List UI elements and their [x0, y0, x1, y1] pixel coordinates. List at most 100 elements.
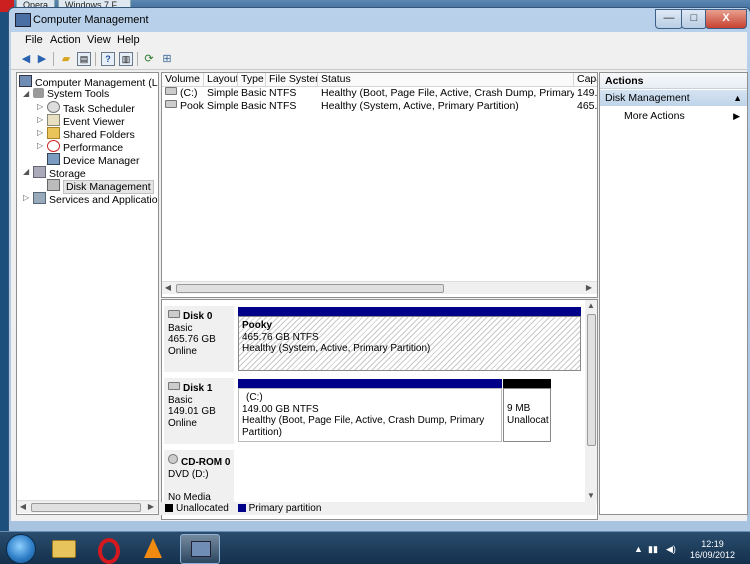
disk0-label[interactable]: Disk 0 Basic 465.76 GB Online	[164, 306, 234, 372]
vlc-icon	[144, 538, 162, 558]
disk0-type: Basic	[168, 322, 193, 334]
menu-action[interactable]: Action	[50, 34, 81, 46]
collapse-arrow-icon[interactable]: ◢	[23, 89, 29, 98]
tray-arrow-icon[interactable]: ▲	[634, 544, 643, 554]
partition-unallocated[interactable]: 9 MB Unallocat	[503, 388, 551, 442]
volume-row[interactable]: (C:) Simple Basic NTFS Healthy (Boot, Pa…	[162, 87, 597, 100]
computer-management-icon	[191, 541, 211, 557]
event-viewer-icon	[47, 114, 60, 126]
services-icon	[33, 192, 46, 204]
up-folder-icon[interactable]: ▰	[59, 52, 73, 66]
console-tree-icon[interactable]: ▥	[119, 52, 133, 66]
taskbar-opera[interactable]	[88, 534, 126, 564]
opera-icon	[98, 538, 120, 564]
performance-icon	[47, 140, 60, 152]
volume-icon[interactable]: ◀)	[666, 544, 676, 555]
tree-system-tools[interactable]: System Tools	[33, 88, 109, 101]
disk1-size: 149.01 GB	[168, 406, 216, 417]
scroll-thumb[interactable]	[31, 503, 141, 512]
expand-arrow-icon[interactable]: ▷	[23, 193, 29, 202]
collapse-section-icon[interactable]: ▲	[733, 90, 742, 106]
expand-arrow-icon[interactable]: ▷	[37, 141, 43, 150]
disk-management-icon	[47, 179, 60, 191]
scroll-up-icon[interactable]: ▲	[585, 300, 597, 312]
column-file-system[interactable]: File System	[266, 73, 318, 86]
disk-view-vertical-scrollbar[interactable]: ▲ ▼	[585, 300, 597, 503]
scroll-thumb[interactable]	[176, 284, 444, 293]
clock-time: 12:19	[701, 539, 724, 549]
disk-icon	[168, 382, 180, 390]
partition-name: Pooky	[242, 320, 273, 331]
show-hide-tree-icon[interactable]: ▤	[77, 52, 91, 66]
close-button[interactable]: X	[705, 9, 747, 29]
volume-layout: Simple	[207, 100, 238, 112]
disk1-name: Disk 1	[183, 383, 213, 394]
volume-name: (C:)	[180, 87, 198, 99]
refresh-icon[interactable]: ⟳	[142, 52, 156, 66]
scroll-right-icon[interactable]: ▶	[145, 501, 157, 513]
tools-icon	[33, 88, 44, 98]
legend-unallocated: Unallocated	[176, 503, 229, 514]
minimize-button[interactable]: —	[655, 9, 683, 29]
cdrom-label[interactable]: CD-ROM 0 DVD (D:) No Media	[164, 450, 234, 505]
clock-date: 16/09/2012	[690, 550, 736, 560]
disk1-label[interactable]: Disk 1 Basic 149.01 GB Online	[164, 378, 234, 444]
computer-management-window: Computer Management — □ X File Action Vi…	[8, 7, 750, 532]
actions-section-label: Disk Management	[605, 92, 690, 104]
collapse-arrow-icon[interactable]: ◢	[23, 167, 29, 176]
clock[interactable]: 12:19 16/09/2012	[690, 539, 735, 561]
scroll-down-icon[interactable]: ▼	[585, 490, 597, 502]
tree-storage[interactable]: Storage	[33, 166, 86, 180]
menu-view[interactable]: View	[87, 34, 111, 46]
maximize-button[interactable]: □	[681, 9, 707, 29]
column-volume[interactable]: Volume	[162, 73, 204, 86]
partition-c[interactable]: (C:) 149.00 GB NTFS Healthy (Boot, Page …	[238, 388, 502, 442]
help-icon[interactable]: ?	[101, 52, 115, 66]
tree-services-applications[interactable]: Services and Applications	[33, 192, 158, 206]
scroll-left-icon[interactable]: ◀	[17, 501, 29, 513]
menu-file[interactable]: File	[25, 34, 43, 46]
volume-fs: NTFS	[269, 87, 297, 99]
column-type[interactable]: Type	[238, 73, 266, 86]
title-bar[interactable]: Computer Management — □ X	[9, 8, 750, 32]
toolbar-separator	[137, 52, 138, 66]
volume-name: Pooky	[180, 100, 204, 112]
disk1-state: Online	[168, 417, 197, 429]
column-status[interactable]: Status	[318, 73, 574, 86]
export-list-icon[interactable]: ⊞	[160, 52, 174, 66]
start-button[interactable]	[6, 534, 36, 564]
column-capacity[interactable]: Capa	[574, 73, 597, 86]
tree-performance[interactable]: Performance	[47, 140, 123, 154]
actions-header: Actions	[600, 73, 747, 89]
partition-pooky[interactable]: Pooky 465.76 GB NTFS Healthy (System, Ac…	[238, 316, 581, 371]
tree-event-viewer[interactable]: Event Viewer	[47, 114, 125, 128]
volume-row[interactable]: Pooky Simple Basic NTFS Healthy (System,…	[162, 100, 597, 113]
scroll-right-icon[interactable]: ▶	[583, 282, 595, 294]
tree-task-scheduler[interactable]: Task Scheduler	[47, 101, 135, 115]
expand-arrow-icon[interactable]: ▷	[37, 128, 43, 137]
forward-arrow-icon[interactable]: ▶	[35, 52, 49, 66]
volume-horizontal-scrollbar[interactable]: ◀ ▶	[162, 281, 597, 294]
scroll-thumb[interactable]	[587, 314, 596, 446]
scroll-left-icon[interactable]: ◀	[162, 282, 174, 294]
cdrom-icon	[168, 454, 178, 464]
column-layout[interactable]: Layout	[204, 73, 238, 86]
menu-help[interactable]: Help	[117, 34, 140, 46]
main-client-area: Computer Management (Local ◢ System Tool…	[11, 70, 748, 521]
taskbar-computer-management[interactable]	[180, 534, 220, 564]
taskbar-explorer[interactable]	[44, 534, 82, 562]
device-manager-icon	[47, 153, 60, 165]
more-actions-item[interactable]: More Actions ▶	[624, 109, 744, 123]
tree-horizontal-scrollbar[interactable]: ◀ ▶	[17, 500, 158, 513]
back-arrow-icon[interactable]: ◀	[19, 52, 33, 66]
expand-arrow-icon[interactable]: ▷	[37, 115, 43, 124]
actions-section-disk-management[interactable]: Disk Management ▲	[600, 90, 747, 106]
expand-arrow-icon[interactable]: ▷	[37, 102, 43, 111]
network-icon[interactable]: ▮▮	[648, 544, 658, 555]
taskbar-vlc[interactable]	[134, 534, 172, 562]
tree-disk-management[interactable]: Disk Management	[47, 179, 154, 194]
volume-icon	[165, 87, 177, 95]
tree-shared-folders[interactable]: Shared Folders	[47, 127, 135, 141]
tree-root[interactable]: Computer Management (Local	[19, 75, 158, 89]
tree-device-manager[interactable]: Device Manager	[47, 153, 139, 167]
